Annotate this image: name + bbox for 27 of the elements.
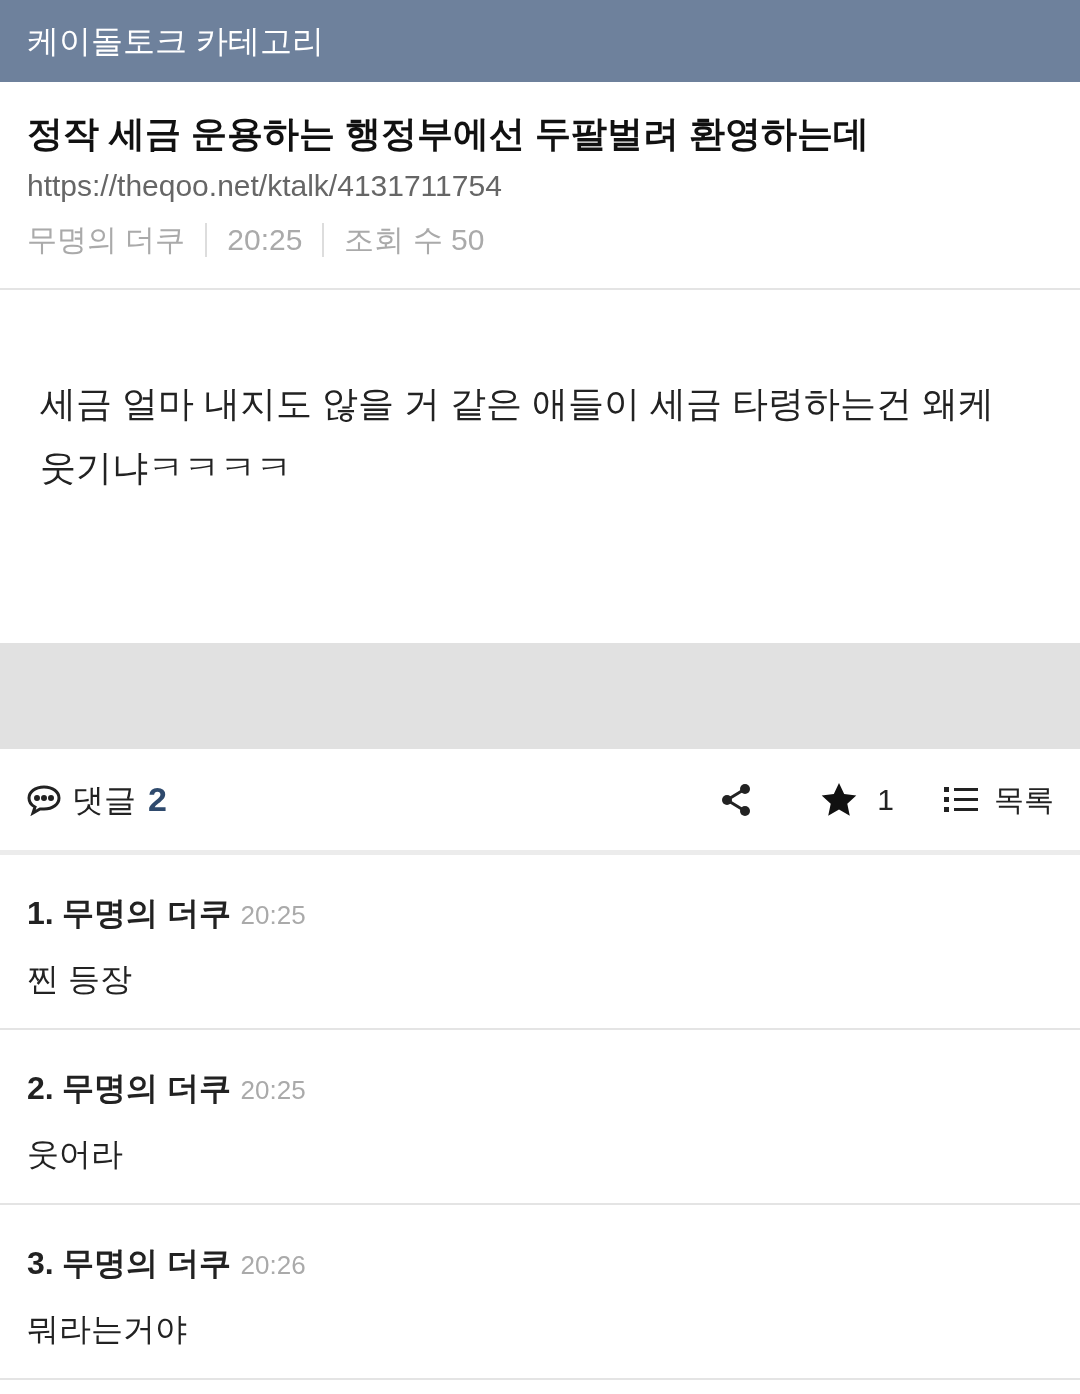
share-icon[interactable] [721, 783, 752, 816]
star-icon[interactable] [821, 782, 858, 817]
comment-time: 20:25 [240, 899, 306, 932]
comment-number: 2. [27, 1069, 54, 1108]
comment-number: 1. [27, 894, 54, 933]
list-icon[interactable] [944, 785, 978, 814]
post-url[interactable]: https://theqoo.net/ktalk/4131711754 [27, 166, 1053, 206]
comment-time: 20:25 [240, 1074, 306, 1107]
post-meta: 무명의 더쿠 [27, 222, 186, 258]
comment-author: 무명의 더쿠 [61, 1244, 231, 1283]
comment-time: 20:26 [240, 1249, 306, 1282]
post-meta: 20:25 [227, 222, 303, 258]
speech-bubble-icon [26, 783, 62, 816]
comments-label[interactable]: 댓글 [72, 775, 136, 824]
category-title: 케이돌토크 카테고리 [27, 22, 324, 61]
post-meta: 조회 수 50 [344, 222, 485, 258]
comments-count: 2 [148, 779, 167, 820]
list-label[interactable]: 목록 [994, 777, 1054, 822]
comment-number: 3. [27, 1244, 54, 1283]
post-title: 정작 세금 운용하는 행정부에선 두팔벌려 환영하는데 [27, 112, 870, 156]
star-count: 1 [877, 782, 894, 818]
comment-author: 무명의 더쿠 [61, 1069, 231, 1108]
comment-text: 뭐라는거야 [27, 1310, 188, 1349]
comment-text: 찐 등장 [27, 960, 133, 999]
comment-author: 무명의 더쿠 [61, 894, 231, 933]
post-body: 세금 얼마 내지도 않을 거 같은 애들이 세금 타령하는건 왜케 웃기냐ㅋㅋㅋㅋ [40, 382, 996, 490]
comment-text: 웃어라 [27, 1135, 124, 1174]
